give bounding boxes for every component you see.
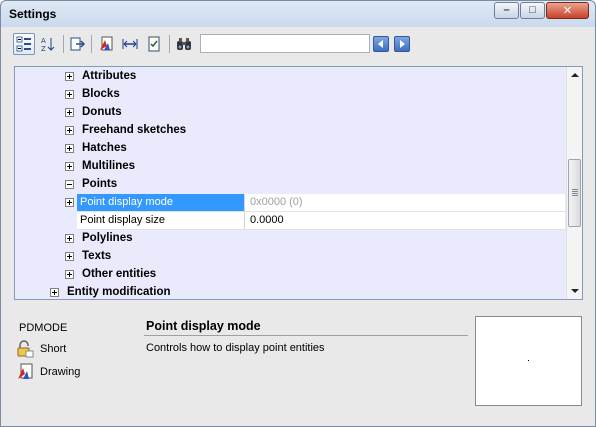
tree-item-label: Polylines [82,232,133,244]
preview-box [475,316,582,406]
toolbar-separator [169,35,170,53]
tree-item-donuts[interactable]: Donuts [15,104,567,122]
categorized-view-button[interactable] [13,33,35,55]
expand-icon[interactable] [65,162,74,171]
expand-icon[interactable] [65,270,74,279]
description-divider [144,335,468,336]
expand-icon[interactable] [65,198,74,207]
grip-line [572,191,578,192]
drawing-icon [18,363,33,379]
svg-text:A: A [41,37,46,45]
description-text: Controls how to display point entities [146,342,325,354]
arrow-right-icon [400,40,405,48]
tree-item-label: Points [82,178,118,190]
collapse-icon[interactable] [65,180,74,189]
tree-item-polylines[interactable]: Polylines [15,230,567,248]
property-value[interactable]: 0x0000 (0) [246,194,565,211]
maximize-button[interactable]: □ [520,2,545,19]
settings-window: Settings – □ ✕ A Z Attributes Blocks Don… [0,0,596,427]
next-result-button[interactable] [394,36,410,52]
tree-item-entity-modification[interactable]: Entity modification [15,284,567,299]
grip-line [572,189,578,190]
property-row-point-display-size[interactable]: Point display size 0.0000 [77,212,565,230]
tree-item-blocks[interactable]: Blocks [15,86,567,104]
tree-item-label: Blocks [82,88,120,100]
checklist-button[interactable] [143,33,165,55]
toolbar: A Z [11,32,411,56]
property-row-point-display-mode[interactable]: Point display mode 0x0000 (0) [77,194,565,212]
sort-az-icon: A Z [41,37,55,52]
previous-result-button[interactable] [373,36,389,52]
property-value[interactable]: 0.0000 [246,212,565,229]
dimension-icon [122,39,138,49]
window-title: Settings [9,7,57,21]
minimize-icon: – [503,4,510,16]
checklist-icon [148,36,160,52]
expand-icon[interactable] [65,72,74,81]
svg-text:Z: Z [41,45,46,52]
description-panel: PDMODE Short Drawing Point display mode … [14,311,584,411]
title-bar[interactable]: Settings – □ ✕ [1,1,595,27]
vertical-scrollbar[interactable] [566,67,582,299]
tree-item-points[interactable]: Points [15,176,567,194]
find-button[interactable] [173,33,195,55]
minimize-button[interactable]: – [494,2,519,19]
storage-label: Drawing [40,366,81,378]
tree-item-texts[interactable]: Texts [15,248,567,266]
variable-name: PDMODE [19,322,68,334]
toolbar-separator [91,35,92,53]
tree-item-multilines[interactable]: Multilines [15,158,567,176]
tree-item-label: Multilines [82,160,136,172]
maximize-icon: □ [529,4,536,16]
tree-item-other-entities[interactable]: Other entities [15,266,567,284]
drawing-icon [100,36,113,51]
property-name: Point display size [77,212,245,229]
expand-icon[interactable] [65,234,74,243]
tree-item-label: Hatches [82,142,127,154]
tree-item-freehand-sketches[interactable]: Freehand sketches [15,122,567,140]
tree-item-label: Other entities [82,268,157,280]
scope-label: Short [40,343,67,355]
chevron-up-icon [571,73,579,77]
export-button[interactable] [67,33,89,55]
export-icon [70,37,86,51]
expand-icon[interactable] [65,126,74,135]
scroll-up-button[interactable] [567,67,582,83]
settings-tree[interactable]: Attributes Blocks Donuts Freehand sketch… [14,66,583,300]
dimension-button[interactable] [119,33,141,55]
caption-buttons: – □ ✕ [493,2,589,19]
expand-icon[interactable] [65,252,74,261]
point-preview [528,360,529,361]
drawing-scope-button[interactable] [95,33,117,55]
expand-icon[interactable] [50,288,59,297]
property-name: Point display mode [77,194,245,211]
grip-line [572,195,578,196]
tree-item-label: Donuts [82,106,122,118]
scroll-thumb[interactable] [568,159,581,227]
toolbar-separator [63,35,64,53]
tree-item-label: Entity modification [67,286,171,298]
search-input[interactable] [200,34,370,53]
tree-content: Attributes Blocks Donuts Freehand sketch… [15,67,567,299]
alphabetical-view-button[interactable]: A Z [37,33,59,55]
expand-icon[interactable] [65,144,74,153]
categorized-list-icon [16,36,31,52]
grip-line [572,193,578,194]
scroll-down-button[interactable] [567,283,582,299]
tree-item-label: Texts [82,250,112,262]
tree-item-hatches[interactable]: Hatches [15,140,567,158]
expand-icon[interactable] [65,90,74,99]
close-icon: ✕ [562,5,573,17]
binoculars-icon [177,38,191,50]
close-button[interactable]: ✕ [546,2,589,19]
lock-icon [17,340,34,358]
tree-item-attributes[interactable]: Attributes [15,68,567,86]
expand-icon[interactable] [65,108,74,117]
tree-item-label: Attributes [82,70,137,82]
chevron-down-icon [571,289,579,293]
arrow-left-icon [378,40,383,48]
tree-item-label: Freehand sketches [82,124,187,136]
description-title: Point display mode [146,319,261,333]
